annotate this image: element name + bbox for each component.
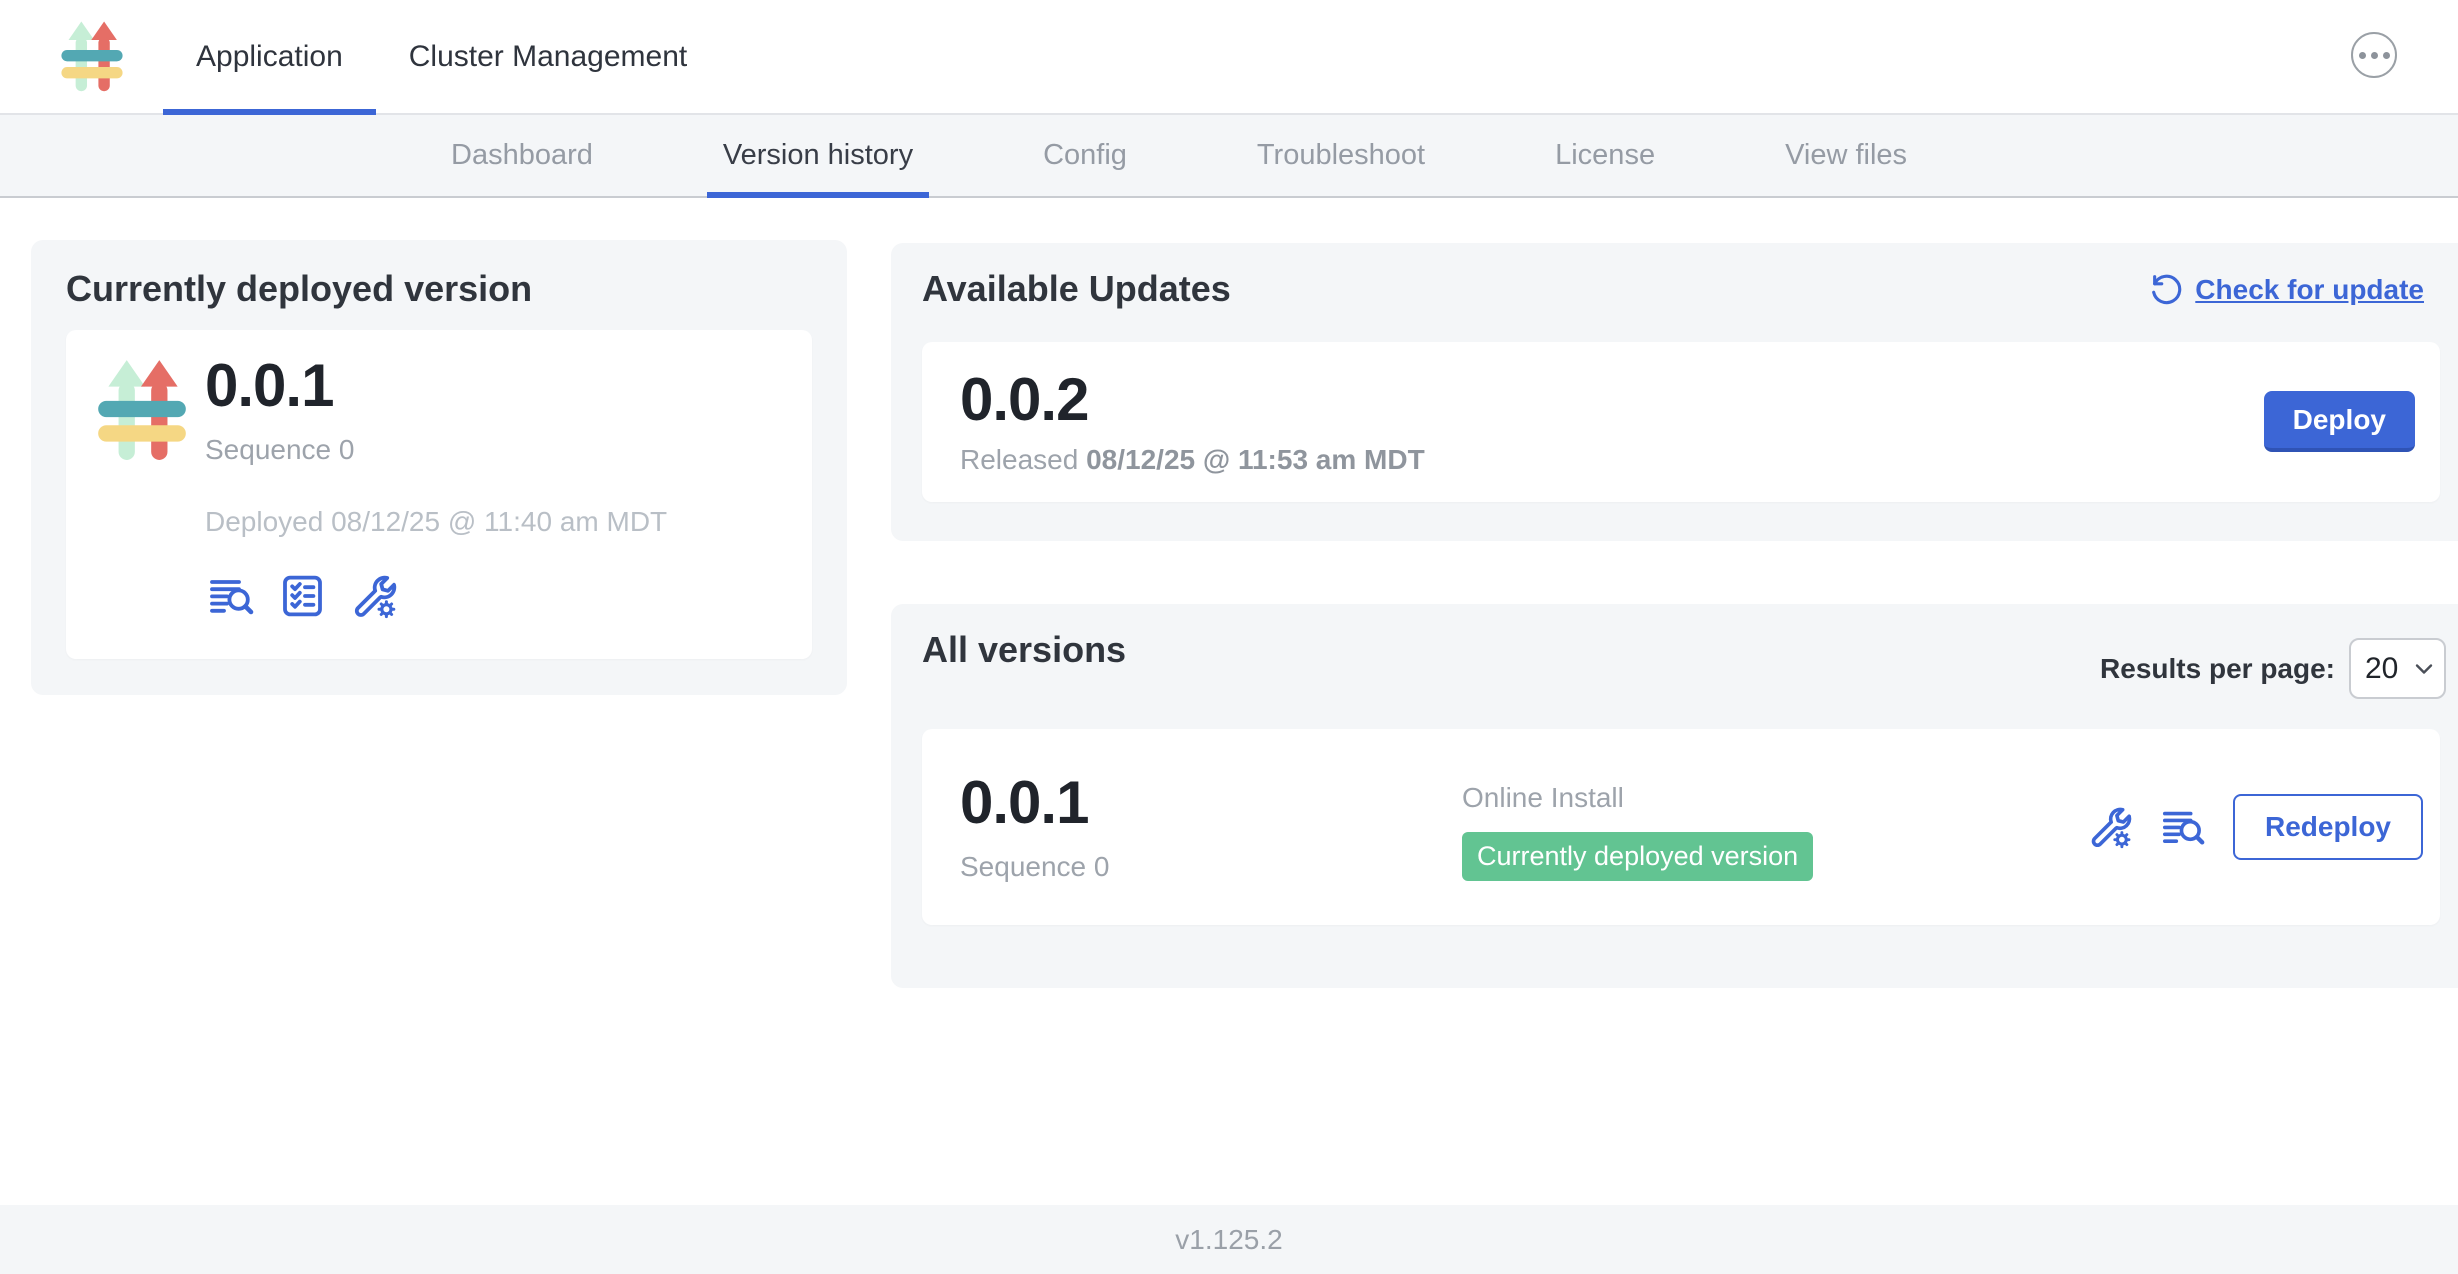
tab-cluster-management[interactable]: Cluster Management bbox=[376, 0, 720, 113]
results-per-page-select[interactable]: 20 bbox=[2349, 638, 2446, 699]
available-updates-title: Available Updates bbox=[922, 268, 1231, 310]
app-logo-large-icon bbox=[96, 356, 188, 463]
results-per-page: Results per page: 20 bbox=[2100, 638, 2446, 699]
config-edit-icon[interactable] bbox=[2087, 804, 2133, 850]
app-logo-icon bbox=[60, 18, 124, 94]
tab-application[interactable]: Application bbox=[163, 0, 376, 113]
release-notes-icon[interactable] bbox=[2158, 804, 2208, 850]
subnav-tab-troubleshoot[interactable]: Troubleshoot bbox=[1241, 115, 1441, 196]
refresh-icon bbox=[2149, 273, 2183, 307]
subnav-tab-config[interactable]: Config bbox=[1027, 115, 1143, 196]
tab-cluster-management-label: Cluster Management bbox=[409, 40, 687, 74]
update-version-number: 0.0.2 bbox=[960, 368, 1425, 432]
ellipsis-icon bbox=[2359, 52, 2366, 59]
available-updates-card: Available Updates Check for update 0.0.2… bbox=[891, 243, 2458, 541]
config-edit-icon[interactable] bbox=[349, 572, 399, 620]
console-version-label: v1.125.2 bbox=[1175, 1224, 1282, 1256]
deployed-timestamp: Deployed 08/12/25 @ 11:40 am MDT bbox=[205, 506, 667, 538]
app-subnav: Dashboard Version history Config Trouble… bbox=[0, 115, 2458, 198]
check-for-update-link[interactable]: Check for update bbox=[2195, 274, 2424, 306]
row-sequence-label: Sequence 0 bbox=[960, 851, 1109, 883]
subnav-tab-version-history[interactable]: Version history bbox=[707, 115, 929, 196]
overflow-menu-button[interactable] bbox=[2351, 32, 2397, 78]
check-for-update[interactable]: Check for update bbox=[2149, 273, 2424, 307]
release-notes-icon[interactable] bbox=[205, 572, 257, 620]
version-row: 0.0.1 Sequence 0 Online Install Currentl… bbox=[922, 729, 2440, 925]
version-row-actions: Redeploy bbox=[2087, 729, 2423, 925]
currently-deployed-badge: Currently deployed version bbox=[1462, 832, 1813, 881]
redeploy-button[interactable]: Redeploy bbox=[2233, 794, 2423, 860]
currently-deployed-card: Currently deployed version 0.0.1 Sequenc… bbox=[31, 240, 847, 695]
deployed-sequence-label: Sequence 0 bbox=[205, 434, 667, 466]
all-versions-title: All versions bbox=[922, 629, 1126, 671]
subnav-tab-view-files[interactable]: View files bbox=[1769, 115, 1923, 196]
deployed-version-panel: 0.0.1 Sequence 0 Deployed 08/12/25 @ 11:… bbox=[66, 330, 812, 659]
deploy-button[interactable]: Deploy bbox=[2264, 391, 2415, 452]
tab-application-label: Application bbox=[196, 40, 343, 74]
app-header: Application Cluster Management bbox=[0, 0, 2458, 115]
subnav-tab-license[interactable]: License bbox=[1539, 115, 1671, 196]
row-version-number: 0.0.1 bbox=[960, 771, 1109, 835]
deployed-version-number: 0.0.1 bbox=[205, 354, 667, 418]
subnav-tab-dashboard[interactable]: Dashboard bbox=[435, 115, 609, 196]
primary-nav: Application Cluster Management bbox=[163, 0, 720, 113]
install-type-label: Online Install bbox=[1462, 782, 1813, 814]
subnav-tabs: Dashboard Version history Config Trouble… bbox=[435, 115, 2458, 196]
results-per-page-label: Results per page: bbox=[2100, 653, 2335, 685]
preflight-checks-icon[interactable] bbox=[279, 572, 327, 620]
update-released-timestamp: Released 08/12/25 @ 11:53 am MDT bbox=[960, 444, 1425, 476]
available-update-row: 0.0.2 Released 08/12/25 @ 11:53 am MDT D… bbox=[922, 342, 2440, 502]
all-versions-card: All versions Results per page: 20 0.0.1 … bbox=[891, 604, 2458, 988]
deployed-version-actions bbox=[205, 572, 667, 620]
currently-deployed-title: Currently deployed version bbox=[66, 268, 532, 310]
app-footer: v1.125.2 bbox=[0, 1205, 2458, 1274]
